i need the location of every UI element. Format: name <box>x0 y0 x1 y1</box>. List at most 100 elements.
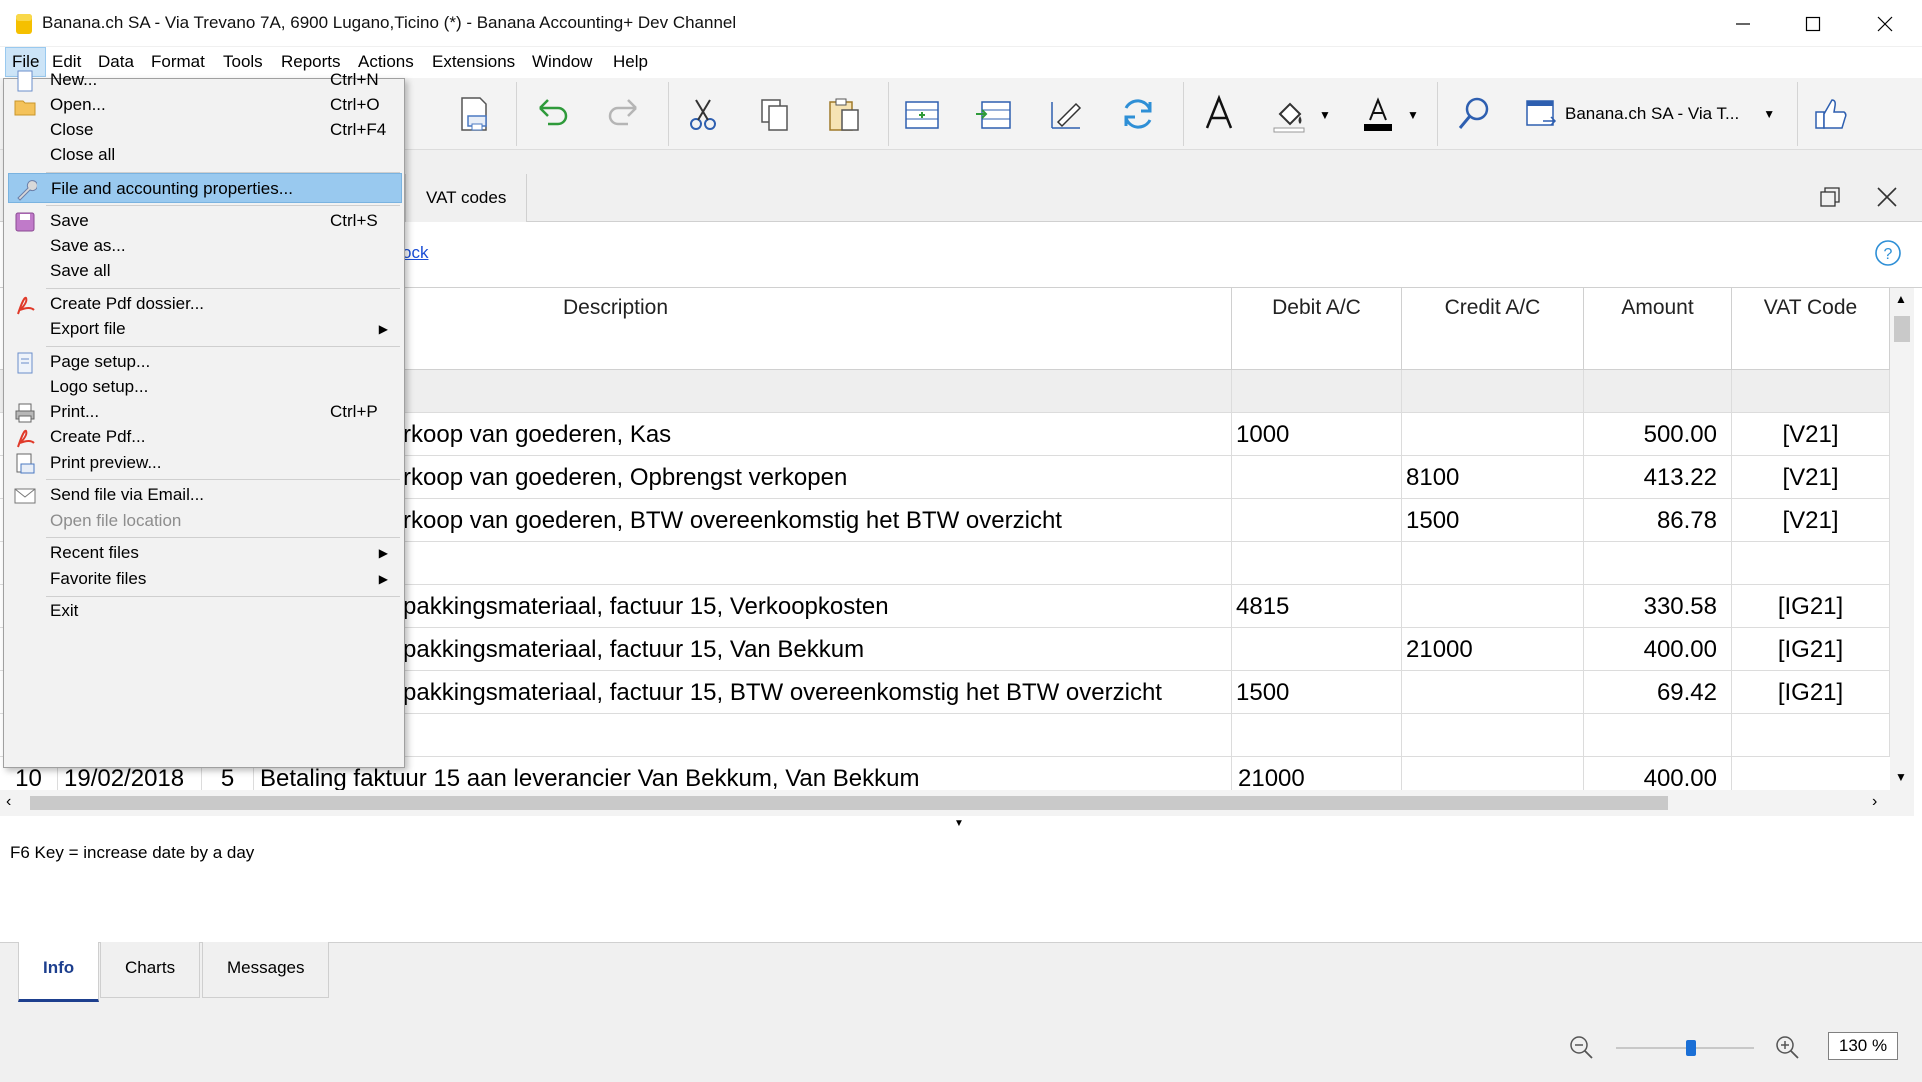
recalculate-button[interactable] <box>1114 90 1162 138</box>
cut-button[interactable] <box>679 90 727 138</box>
table-cell-vat[interactable] <box>1732 714 1890 757</box>
open-files-selector[interactable]: Banana.ch SA - Via T... ▼ <box>1525 92 1785 136</box>
table-cell-credit[interactable]: 8100 <box>1402 456 1584 499</box>
vertical-scrollbar[interactable]: ▲ ▼ <box>1890 288 1914 790</box>
tab-messages[interactable]: Messages <box>202 942 330 998</box>
close-window-button[interactable] <box>1850 0 1920 47</box>
file-menu-item-print-preview[interactable]: Print preview... <box>8 448 402 478</box>
table-cell-debit[interactable]: 21000 <box>1232 757 1402 790</box>
horizontal-scroll-thumb[interactable] <box>30 796 1668 810</box>
copy-button[interactable] <box>750 90 798 138</box>
maximize-button[interactable] <box>1778 0 1848 47</box>
file-menu-item-export-file[interactable]: Export file ▶ <box>8 314 402 344</box>
add-row-button[interactable] <box>898 90 946 138</box>
table-cell-debit[interactable]: 4815 <box>1232 585 1402 628</box>
table-cell-amount[interactable]: 69.42 <box>1584 671 1732 714</box>
fill-color-button[interactable] <box>1266 90 1314 138</box>
fill-color-dropdown-icon[interactable]: ▼ <box>1319 108 1331 122</box>
file-menu-item-save-all[interactable]: Save all <box>8 256 402 286</box>
table-cell-amount[interactable] <box>1584 714 1732 757</box>
table-cell-vat[interactable]: [IG21] <box>1732 628 1890 671</box>
menu-window[interactable]: Window <box>526 47 598 77</box>
table-cell-debit[interactable] <box>1232 456 1402 499</box>
file-menu-item-close-all[interactable]: Close all <box>8 140 402 170</box>
scroll-up-icon[interactable]: ▲ <box>1895 292 1907 306</box>
table-cell-debit[interactable]: 1000 <box>1232 413 1402 456</box>
table-cell-vat[interactable] <box>1732 542 1890 585</box>
zoom-level-field[interactable]: 130 % <box>1828 1032 1898 1060</box>
print-preview-button[interactable] <box>450 90 498 138</box>
table-cell-amount[interactable] <box>1584 370 1732 413</box>
feedback-button[interactable] <box>1808 90 1856 138</box>
move-rows-button[interactable] <box>970 90 1018 138</box>
table-cell-credit[interactable] <box>1402 714 1584 757</box>
table-cell-debit[interactable] <box>1232 714 1402 757</box>
table-cell-credit[interactable]: 1500 <box>1402 499 1584 542</box>
column-header-credit[interactable]: Credit A/C <box>1402 288 1584 370</box>
table-cell-amount[interactable]: 400.00 <box>1584 628 1732 671</box>
tab-charts[interactable]: Charts <box>100 942 201 998</box>
print-preview-icon <box>16 453 35 474</box>
column-header-amount[interactable]: Amount <box>1584 288 1732 370</box>
undo-button[interactable] <box>528 90 576 138</box>
table-cell-vat[interactable]: [V21] <box>1732 499 1890 542</box>
table-cell-debit[interactable] <box>1232 370 1402 413</box>
file-menu-item-file-properties[interactable]: File and accounting properties... <box>8 173 402 203</box>
column-header-vat-code[interactable]: VAT Code <box>1732 288 1890 370</box>
search-button[interactable] <box>1450 90 1498 138</box>
horizontal-scrollbar[interactable]: ‹ › <box>0 790 1914 816</box>
table-cell-vat[interactable]: [IG21] <box>1732 585 1890 628</box>
menu-help[interactable]: Help <box>607 47 654 77</box>
table-cell-debit[interactable] <box>1232 628 1402 671</box>
vertical-scroll-thumb[interactable] <box>1894 316 1910 342</box>
table-cell-credit[interactable]: 21000 <box>1402 628 1584 671</box>
table-cell-debit[interactable] <box>1232 542 1402 585</box>
help-button[interactable]: ? <box>1874 239 1902 272</box>
table-cell-vat[interactable]: [V21] <box>1732 413 1890 456</box>
thumbs-up-icon <box>1815 99 1847 129</box>
column-header-debit[interactable]: Debit A/C <box>1232 288 1402 370</box>
file-menu-item-favorite-files[interactable]: Favorite files ▶ <box>8 564 402 594</box>
lock-link[interactable]: ock <box>402 243 428 263</box>
text-color-button[interactable] <box>1354 90 1402 138</box>
table-cell-amount[interactable]: 400.00 <box>1584 757 1732 790</box>
table-cell-credit[interactable] <box>1402 757 1584 790</box>
table-cell-credit[interactable] <box>1402 413 1584 456</box>
menu-separator <box>46 172 400 173</box>
table-cell-amount[interactable]: 500.00 <box>1584 413 1732 456</box>
edit-cell-button[interactable] <box>1042 90 1090 138</box>
zoom-slider[interactable] <box>1616 1040 1754 1056</box>
zoom-out-button[interactable] <box>1568 1034 1594 1065</box>
table-cell-credit[interactable] <box>1402 585 1584 628</box>
table-cell-amount[interactable] <box>1584 542 1732 585</box>
tab-vat-codes[interactable]: VAT codes <box>405 174 528 222</box>
font-button[interactable] <box>1195 90 1243 138</box>
table-cell-credit[interactable] <box>1402 671 1584 714</box>
scroll-down-icon[interactable]: ▼ <box>1895 770 1907 784</box>
tab-info[interactable]: Info <box>18 942 100 1002</box>
splitter-handle-icon[interactable]: ▼ <box>954 818 964 829</box>
table-cell-vat[interactable] <box>1732 370 1890 413</box>
table-cell-credit[interactable] <box>1402 542 1584 585</box>
table-cell-amount[interactable]: 86.78 <box>1584 499 1732 542</box>
redo-button[interactable] <box>600 90 648 138</box>
table-cell-credit[interactable] <box>1402 370 1584 413</box>
zoom-in-button[interactable] <box>1774 1034 1800 1065</box>
file-menu-item-exit[interactable]: Exit <box>8 596 402 626</box>
table-cell-vat[interactable]: [V21] <box>1732 456 1890 499</box>
text-color-dropdown-icon[interactable]: ▼ <box>1407 108 1419 122</box>
menu-extensions[interactable]: Extensions <box>426 47 521 77</box>
table-cell-debit[interactable] <box>1232 499 1402 542</box>
menu-separator <box>46 288 400 289</box>
close-panel-button[interactable] <box>1876 186 1898 213</box>
table-cell-amount[interactable]: 413.22 <box>1584 456 1732 499</box>
scroll-left-icon[interactable]: ‹ <box>6 793 11 811</box>
scroll-right-icon[interactable]: › <box>1872 793 1877 811</box>
restore-panel-button[interactable] <box>1818 185 1842 214</box>
table-cell-amount[interactable]: 330.58 <box>1584 585 1732 628</box>
table-cell-debit[interactable]: 1500 <box>1232 671 1402 714</box>
paste-button[interactable] <box>820 90 868 138</box>
minimize-button[interactable] <box>1708 0 1778 47</box>
zoom-slider-thumb[interactable] <box>1686 1040 1696 1056</box>
table-cell-vat[interactable]: [IG21] <box>1732 671 1890 714</box>
